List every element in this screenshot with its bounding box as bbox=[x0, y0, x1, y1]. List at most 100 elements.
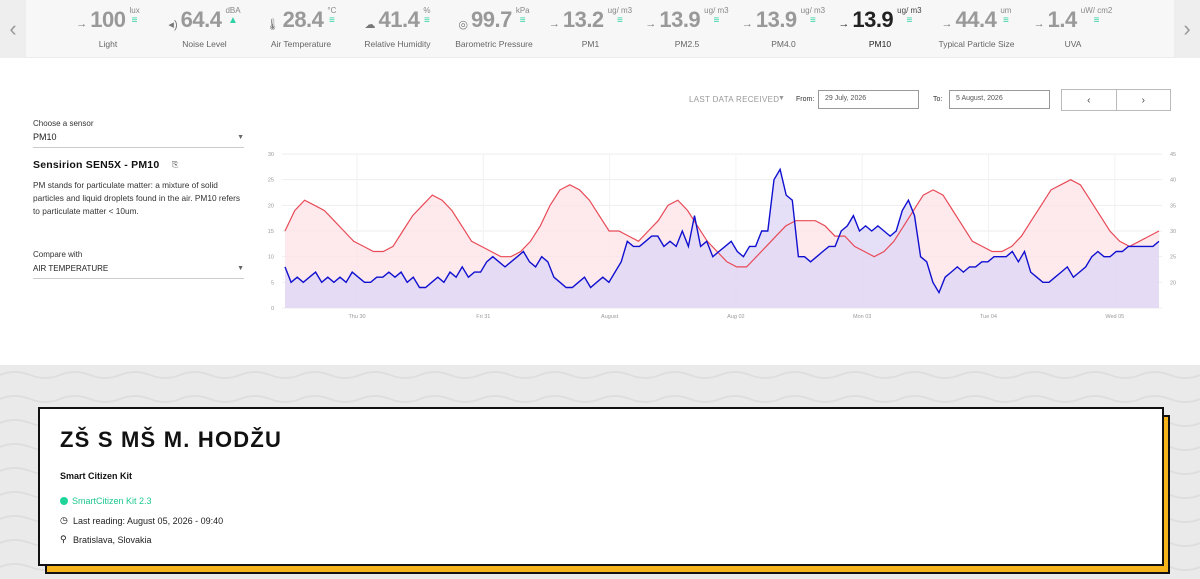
to-date-input[interactable]: 5 August, 2026 bbox=[949, 90, 1050, 109]
sensor-chart[interactable]: 0 5 10 15 20 25 30 20 25 30 35 40 45 Thu 30 Fri 31 Augu… bbox=[260, 130, 1180, 325]
sensor-unit-block: ug/ m3 ≡ bbox=[704, 6, 728, 26]
kit-version-row[interactable]: SmartCitizen Kit 2.3 bbox=[60, 496, 152, 506]
gauge-icon: ◎ bbox=[458, 19, 468, 31]
sensor-name: Light bbox=[98, 39, 118, 49]
sensor-value: 1.4 bbox=[1047, 7, 1078, 32]
sensor-reading: → 13.2 ug/ m3 ≡ bbox=[543, 6, 639, 36]
x-tick-label: Aug 02 bbox=[727, 314, 744, 320]
kit-name: ZŠ S MŠ M. HODŽU bbox=[60, 427, 283, 452]
arrow-right-icon: → bbox=[1033, 18, 1045, 30]
sensor-reading: → 13.9 ug/ m3 ≡ bbox=[832, 6, 928, 36]
y-right-tick-label: 30 bbox=[1170, 229, 1176, 235]
sensor-item-uva[interactable]: → 1.4 uW/ cm2 ≡ UVA bbox=[1025, 0, 1121, 58]
location-text: Bratislava, Slovakia bbox=[73, 534, 152, 545]
trend-icon: ≡ bbox=[809, 15, 816, 26]
time-prev-button[interactable]: ‹ bbox=[1062, 90, 1116, 110]
x-tick-label: Thu 30 bbox=[348, 314, 365, 320]
arrow-right-icon: → bbox=[76, 18, 88, 30]
sensor-reading: ☁ 41.4% ≡ bbox=[350, 6, 446, 36]
time-next-button[interactable]: › bbox=[1115, 90, 1171, 110]
sensor-unit: % bbox=[423, 6, 431, 15]
trend-icon: ≡ bbox=[1002, 15, 1009, 26]
sensor-name: Barometric Pressure bbox=[455, 39, 533, 49]
sensor-unit: kPa bbox=[515, 6, 530, 15]
sensor-item-relative-humidity[interactable]: ☁ 41.4% ≡ Relative Humidity bbox=[350, 0, 446, 58]
cloud-rain-icon: ☁ bbox=[364, 19, 376, 31]
y-left-tick-label: 0 bbox=[271, 306, 274, 312]
y-left-tick-label: 15 bbox=[268, 229, 274, 235]
thermometer-icon: 🌡 bbox=[265, 19, 280, 31]
y-left-tick-label: 25 bbox=[268, 178, 274, 184]
trend-icon: ≡ bbox=[131, 15, 138, 26]
sensor-unit: um bbox=[1000, 6, 1012, 15]
y-left-tick-label: 5 bbox=[271, 280, 274, 286]
trend-icon: ≡ bbox=[616, 15, 623, 26]
chevron-down-icon[interactable]: ▼ bbox=[778, 95, 785, 102]
sensor-select[interactable]: PM10 ▼ bbox=[33, 132, 244, 148]
compare-with-label: Compare with bbox=[33, 250, 83, 259]
compare-select-value: AIR TEMPERATURE bbox=[33, 264, 109, 273]
arrow-right-icon: → bbox=[645, 18, 657, 30]
sensor-unit: uW/ cm2 bbox=[1080, 6, 1113, 15]
sensor-name: Typical Particle Size bbox=[938, 39, 1015, 49]
sensor-value: 13.9 bbox=[755, 7, 797, 32]
sensor-name: UVA bbox=[1064, 39, 1082, 49]
y-right-tick-label: 35 bbox=[1170, 203, 1176, 209]
strip-prev-arrow-icon[interactable]: ‹ bbox=[0, 0, 26, 58]
sensor-name: PM10 bbox=[868, 39, 892, 49]
sensor-value: 64.4 bbox=[180, 7, 222, 32]
sensor-reading: 🌡 28.4 °C ≡ bbox=[253, 6, 349, 36]
sensor-value: 13.2 bbox=[562, 7, 604, 32]
strip-next-arrow-icon[interactable]: › bbox=[1174, 0, 1200, 58]
sensor-unit-block: lux ≡ bbox=[129, 6, 139, 26]
x-tick-label: August bbox=[601, 314, 619, 320]
last-data-received-dropdown[interactable]: LAST DATA RECEIVED bbox=[689, 95, 779, 104]
trend-icon: ≡ bbox=[713, 15, 720, 26]
from-date-input[interactable]: 29 July, 2026 bbox=[818, 90, 919, 109]
sensor-item-typical-particle-size[interactable]: → 44.4 um ≡ Typical Particle Size bbox=[929, 0, 1025, 58]
choose-sensor-label: Choose a sensor bbox=[33, 119, 94, 128]
sensor-unit-block: kPa ≡ bbox=[516, 6, 530, 26]
sensor-item-air-temperature[interactable]: 🌡 28.4 °C ≡ Air Temperature bbox=[253, 0, 349, 58]
sensor-name: PM1 bbox=[581, 39, 600, 49]
x-tick-label: Tue 04 bbox=[980, 314, 997, 320]
y-right-tick-label: 20 bbox=[1170, 280, 1176, 286]
sensor-select-value: PM10 bbox=[33, 132, 57, 142]
map-pin-icon: ⚲ bbox=[60, 534, 67, 544]
arrow-right-icon: → bbox=[741, 18, 753, 30]
sensor-item-pm4-0[interactable]: → 13.9 ug/ m3 ≡ PM4.0 bbox=[736, 0, 832, 58]
kit-type: Smart Citizen Kit bbox=[60, 471, 133, 481]
sensor-name: Air Temperature bbox=[270, 39, 332, 49]
sensor-item-light[interactable]: → 100 lux ≡ Light bbox=[60, 0, 156, 58]
sensor-item-pm10[interactable]: → 13.9 ug/ m3 ≡ PM10 bbox=[832, 0, 928, 58]
sensor-unit: ug/ m3 bbox=[607, 6, 633, 15]
sensor-strip: ‹ → 100 lux ≡ Light ◂) 64.4 dBA ▲ Noise Level 🌡 28.… bbox=[0, 0, 1200, 58]
compare-select[interactable]: AIR TEMPERATURE ▼ bbox=[33, 263, 244, 279]
arrow-right-icon: → bbox=[941, 18, 953, 30]
sensor-unit: ug/ m3 bbox=[704, 6, 729, 15]
sensor-value: 28.4 bbox=[282, 7, 324, 32]
x-tick-label: Fri 31 bbox=[476, 314, 490, 320]
from-label: From: bbox=[796, 96, 815, 103]
to-label: To: bbox=[933, 96, 943, 103]
sensor-value: 44.4 bbox=[955, 7, 997, 32]
sensor-item-pm2-5[interactable]: → 13.9 ug/ m3 ≡ PM2.5 bbox=[639, 0, 735, 58]
sensor-unit-block: dBA ▲ bbox=[225, 6, 240, 26]
y-right-tick-label: 45 bbox=[1170, 152, 1176, 158]
sensor-item-pm1[interactable]: → 13.2 ug/ m3 ≡ PM1 bbox=[543, 0, 639, 58]
y-left-tick-label: 30 bbox=[268, 152, 274, 158]
sensor-unit: °C bbox=[327, 6, 337, 15]
last-reading-row: ◷ Last reading: August 05, 2026 - 09:40 bbox=[60, 515, 223, 526]
sensor-unit-block: % ≡ bbox=[423, 6, 430, 26]
copy-icon[interactable]: ⎘ bbox=[172, 160, 178, 170]
sensor-name: Relative Humidity bbox=[364, 39, 431, 49]
sensor-unit: ug/ m3 bbox=[897, 6, 922, 15]
wave-line bbox=[0, 395, 1200, 403]
sensor-item-barometric-pressure[interactable]: ◎ 99.7 kPa ≡ Barometric Pressure bbox=[446, 0, 542, 58]
sensor-reading: → 100 lux ≡ bbox=[60, 6, 156, 36]
kit-version-link[interactable]: SmartCitizen Kit 2.3 bbox=[72, 496, 152, 506]
sensor-item-noise-level[interactable]: ◂) 64.4 dBA ▲ Noise Level bbox=[157, 0, 253, 58]
sensor-value: 13.9 bbox=[659, 7, 701, 32]
sensor-value: 41.4 bbox=[378, 7, 420, 32]
sensor-unit: dBA bbox=[225, 6, 241, 15]
